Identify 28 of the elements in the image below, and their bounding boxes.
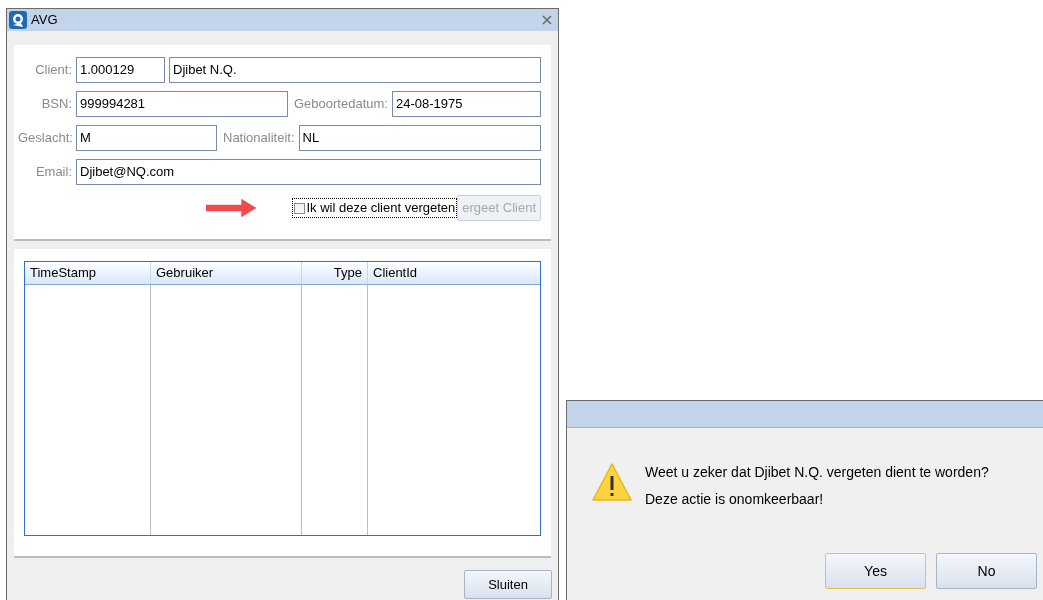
text-field[interactable]: 1.000129: [76, 57, 165, 83]
close-button[interactable]: Sluiten: [464, 570, 552, 599]
text-field[interactable]: Djibet@NQ.com: [76, 159, 541, 185]
column-header[interactable]: Type: [302, 262, 368, 284]
dialog-message: Deze actie is onomkeerbaar!: [645, 490, 825, 509]
arrow-icon: [206, 196, 257, 220]
field-label: Email:: [34, 163, 72, 182]
field-label: Geboortedatum:: [294, 95, 388, 114]
field-label: BSN:: [40, 95, 72, 114]
app-logo-icon: [9, 11, 27, 29]
dialog-button[interactable]: Yes: [825, 553, 926, 589]
close-icon[interactable]: [542, 15, 552, 25]
field-label: Geslacht:: [18, 129, 72, 148]
column-header[interactable]: Gebruiker: [151, 262, 302, 284]
warning-icon: [591, 462, 633, 502]
dialog-message: Weet u zeker dat Djibet N.Q. vergeten dient te worden?: [645, 463, 989, 482]
column-header[interactable]: ClientId: [368, 262, 540, 284]
text-field[interactable]: 999994281: [76, 91, 288, 117]
column-header[interactable]: TimeStamp: [25, 262, 151, 284]
window-title: AVG: [31, 11, 58, 30]
text-field[interactable]: 24-08-1975: [391, 91, 541, 117]
field-label: Nationaliteit:: [223, 129, 295, 148]
dialog-button[interactable]: No: [936, 553, 1037, 589]
text-field[interactable]: NL: [298, 125, 541, 151]
text-field[interactable]: Djibet N.Q.: [169, 57, 541, 83]
field-label: Client:: [34, 61, 72, 80]
text-field[interactable]: M: [76, 125, 217, 151]
checkbox[interactable]: [294, 202, 306, 214]
